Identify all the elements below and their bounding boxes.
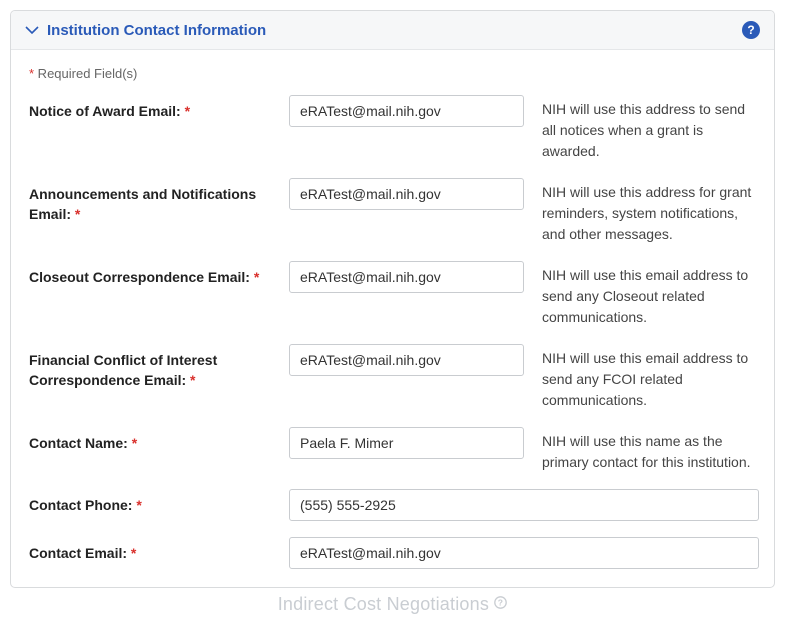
label-text: Contact Name: <box>29 435 128 451</box>
ghost-text-label: Indirect Cost Negotiations <box>278 594 495 614</box>
required-asterisk: * <box>254 269 259 285</box>
required-asterisk: * <box>75 206 80 222</box>
help-icon: ? <box>494 597 507 612</box>
announcements-email-help: NIH will use this address for grant remi… <box>524 178 756 245</box>
panel-body: * Required Field(s) Notice of Award Emai… <box>11 50 774 587</box>
field-row-fcoi-email: Financial Conflict of Interest Correspon… <box>29 344 756 411</box>
contact-name-help: NIH will use this name as the primary co… <box>524 427 756 473</box>
required-fields-note: * Required Field(s) <box>29 66 756 81</box>
required-asterisk: * <box>132 435 137 451</box>
required-asterisk: * <box>185 103 190 119</box>
announcements-email-input-wrap <box>289 178 524 210</box>
label-text: Contact Email: <box>29 545 127 561</box>
contact-phone-label: Contact Phone: * <box>29 489 289 515</box>
contact-email-input[interactable] <box>289 537 759 569</box>
panel-header[interactable]: Institution Contact Information ? <box>11 11 774 50</box>
label-text: Financial Conflict of Interest Correspon… <box>29 352 217 388</box>
fcoi-email-input[interactable] <box>289 344 524 376</box>
noa-email-label: Notice of Award Email: * <box>29 95 289 121</box>
contact-name-label: Contact Name: * <box>29 427 289 453</box>
fcoi-email-help: NIH will use this email address to send … <box>524 344 756 411</box>
closeout-email-label: Closeout Correspondence Email: * <box>29 261 289 287</box>
label-text: Announcements and Notifications Email: <box>29 186 256 222</box>
noa-email-input[interactable] <box>289 95 524 127</box>
fcoi-email-label: Financial Conflict of Interest Correspon… <box>29 344 289 391</box>
label-text: Contact Phone: <box>29 497 132 513</box>
closeout-email-input-wrap <box>289 261 524 293</box>
required-fields-text: Required Field(s) <box>34 66 137 81</box>
required-asterisk: * <box>136 497 141 513</box>
field-row-noa-email: Notice of Award Email: * NIH will use th… <box>29 95 756 162</box>
ghost-section-title: Indirect Cost Negotiations ? <box>10 594 775 615</box>
panel-title: Institution Contact Information <box>47 22 742 39</box>
noa-email-input-wrap <box>289 95 524 127</box>
contact-name-input[interactable] <box>289 427 524 459</box>
contact-email-label: Contact Email: * <box>29 537 289 563</box>
field-row-contact-name: Contact Name: * NIH will use this name a… <box>29 427 756 473</box>
field-row-announcements-email: Announcements and Notifications Email: *… <box>29 178 756 245</box>
announcements-email-label: Announcements and Notifications Email: * <box>29 178 289 225</box>
contact-email-input-wrap <box>289 537 759 569</box>
required-asterisk: * <box>131 545 136 561</box>
label-text: Notice of Award Email: <box>29 103 181 119</box>
label-text: Closeout Correspondence Email: <box>29 269 250 285</box>
field-row-contact-email: Contact Email: * <box>29 537 756 569</box>
svg-text:?: ? <box>498 598 503 608</box>
help-icon[interactable]: ? <box>742 21 760 39</box>
field-row-closeout-email: Closeout Correspondence Email: * NIH wil… <box>29 261 756 328</box>
noa-email-help: NIH will use this address to send all no… <box>524 95 756 162</box>
fcoi-email-input-wrap <box>289 344 524 376</box>
chevron-down-icon <box>25 23 39 37</box>
contact-phone-input-wrap <box>289 489 759 521</box>
closeout-email-input[interactable] <box>289 261 524 293</box>
institution-contact-panel: Institution Contact Information ? * Requ… <box>10 10 775 588</box>
closeout-email-help: NIH will use this email address to send … <box>524 261 756 328</box>
announcements-email-input[interactable] <box>289 178 524 210</box>
required-asterisk: * <box>190 372 195 388</box>
field-row-contact-phone: Contact Phone: * <box>29 489 756 521</box>
contact-name-input-wrap <box>289 427 524 459</box>
contact-phone-input[interactable] <box>289 489 759 521</box>
